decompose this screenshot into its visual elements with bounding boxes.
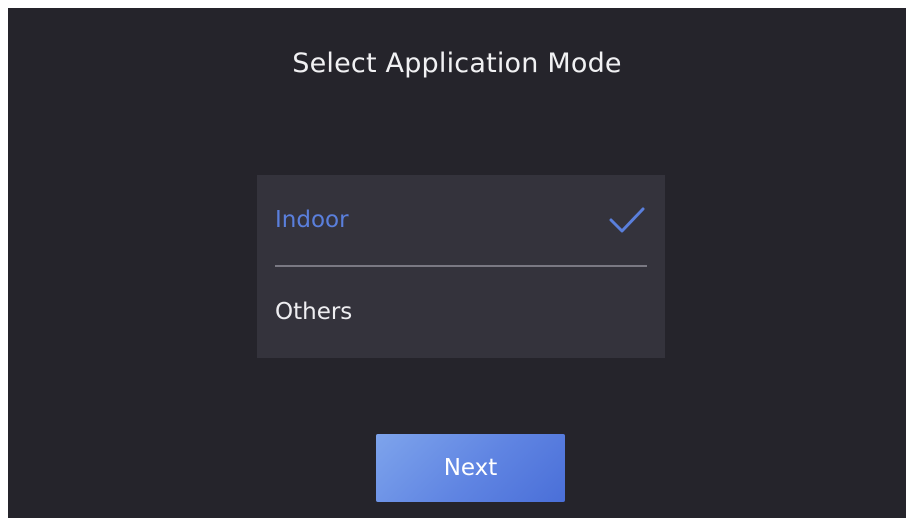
app-screen: Select Application Mode Indoor Others Ne… bbox=[8, 8, 906, 518]
page-title: Select Application Mode bbox=[292, 48, 622, 79]
next-button[interactable]: Next bbox=[376, 434, 565, 502]
option-label: Indoor bbox=[275, 207, 349, 233]
option-label: Others bbox=[275, 299, 353, 325]
option-indoor[interactable]: Indoor bbox=[257, 175, 665, 265]
application-mode-list: Indoor Others bbox=[257, 175, 665, 358]
option-others[interactable]: Others bbox=[257, 267, 665, 357]
checkmark-icon bbox=[607, 205, 647, 235]
